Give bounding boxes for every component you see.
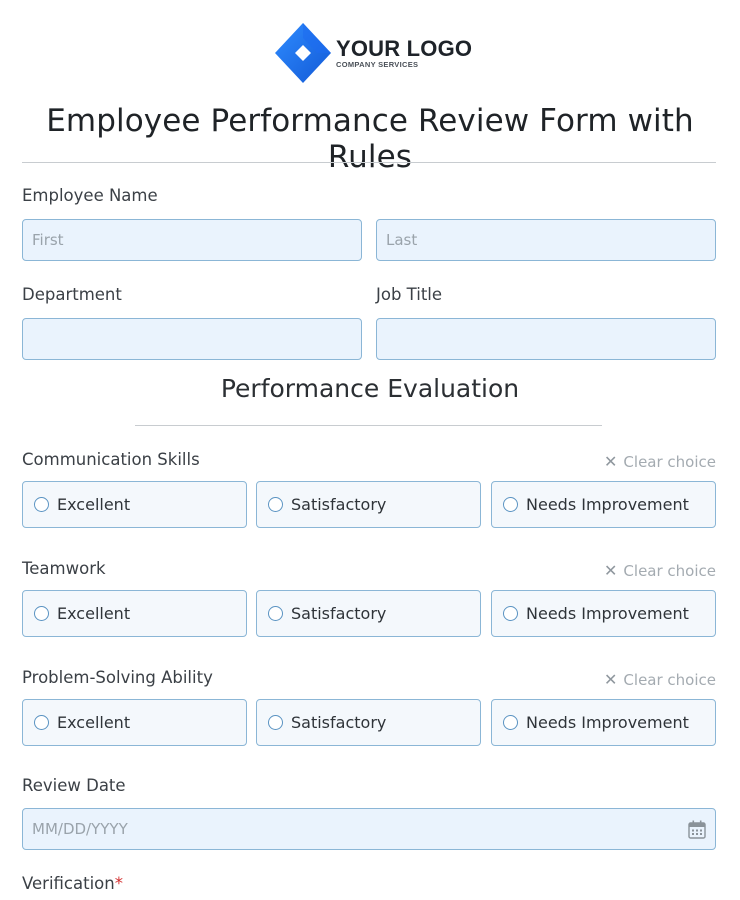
clear-choice-label: Clear choice bbox=[623, 452, 716, 471]
review-date-placeholder: MM/DD/YYYY bbox=[32, 820, 128, 838]
option-label: Satisfactory bbox=[291, 604, 387, 623]
section-title: Performance Evaluation bbox=[220, 374, 520, 403]
option-communication-excellent[interactable]: Excellent bbox=[22, 481, 247, 528]
radio-button[interactable] bbox=[34, 497, 49, 512]
radio-button[interactable] bbox=[503, 715, 518, 730]
logo-title: YOUR LOGO bbox=[336, 36, 473, 61]
option-label: Needs Improvement bbox=[526, 713, 689, 732]
option-teamwork-needs-improvement[interactable]: Needs Improvement bbox=[491, 590, 716, 637]
department-input[interactable] bbox=[22, 318, 362, 360]
radio-button[interactable] bbox=[34, 715, 49, 730]
option-label: Needs Improvement bbox=[526, 604, 689, 623]
radio-button[interactable] bbox=[503, 606, 518, 621]
option-teamwork-excellent[interactable]: Excellent bbox=[22, 590, 247, 637]
close-icon: ✕ bbox=[604, 452, 618, 471]
option-label: Satisfactory bbox=[291, 495, 387, 514]
close-icon: ✕ bbox=[604, 561, 618, 580]
section-divider bbox=[135, 425, 602, 426]
job-title-input[interactable] bbox=[376, 318, 716, 360]
radio-button[interactable] bbox=[268, 715, 283, 730]
radio-button[interactable] bbox=[503, 497, 518, 512]
logo-subtitle: COMPANY SERVICES bbox=[336, 60, 419, 69]
clear-choice-communication[interactable]: ✕ Clear choice bbox=[604, 452, 716, 471]
option-label: Satisfactory bbox=[291, 713, 387, 732]
logo-diamond-icon bbox=[275, 23, 331, 83]
clear-choice-label: Clear choice bbox=[623, 670, 716, 689]
form-title: Employee Performance Review Form with Ru… bbox=[46, 103, 694, 175]
clear-choice-problem-solving[interactable]: ✕ Clear choice bbox=[604, 670, 716, 689]
required-asterisk: * bbox=[114, 874, 123, 893]
option-communication-satisfactory[interactable]: Satisfactory bbox=[256, 481, 481, 528]
last-name-input[interactable]: Last bbox=[376, 219, 716, 261]
radio-button[interactable] bbox=[34, 606, 49, 621]
option-label: Excellent bbox=[57, 713, 131, 732]
first-name-input[interactable]: First bbox=[22, 219, 362, 261]
review-date-input[interactable]: MM/DD/YYYY bbox=[22, 808, 716, 850]
option-communication-needs-improvement[interactable]: Needs Improvement bbox=[491, 481, 716, 528]
job-title-label: Job Title bbox=[376, 285, 443, 304]
clear-choice-teamwork[interactable]: ✕ Clear choice bbox=[604, 561, 716, 580]
option-problem-solving-needs-improvement[interactable]: Needs Improvement bbox=[491, 699, 716, 746]
company-logo: YOUR LOGO COMPANY SERVICES bbox=[274, 22, 472, 84]
option-problem-solving-satisfactory[interactable]: Satisfactory bbox=[256, 699, 481, 746]
title-divider bbox=[22, 162, 716, 163]
question-label-communication: Communication Skills bbox=[22, 450, 200, 469]
option-label: Excellent bbox=[57, 604, 131, 623]
verification-label: Verification* bbox=[22, 874, 123, 893]
close-icon: ✕ bbox=[604, 670, 618, 689]
option-problem-solving-excellent[interactable]: Excellent bbox=[22, 699, 247, 746]
calendar-icon[interactable] bbox=[688, 820, 706, 839]
first-name-placeholder: First bbox=[32, 231, 64, 249]
option-label: Needs Improvement bbox=[526, 495, 689, 514]
question-label-problem-solving: Problem-Solving Ability bbox=[22, 668, 213, 687]
question-label-teamwork: Teamwork bbox=[22, 559, 106, 578]
last-name-placeholder: Last bbox=[386, 231, 418, 249]
department-label: Department bbox=[22, 285, 122, 304]
employee-name-label: Employee Name bbox=[22, 186, 158, 205]
radio-button[interactable] bbox=[268, 606, 283, 621]
clear-choice-label: Clear choice bbox=[623, 561, 716, 580]
option-teamwork-satisfactory[interactable]: Satisfactory bbox=[256, 590, 481, 637]
verification-label-text: Verification bbox=[22, 874, 115, 893]
radio-button[interactable] bbox=[268, 497, 283, 512]
option-label: Excellent bbox=[57, 495, 131, 514]
review-date-label: Review Date bbox=[22, 776, 126, 795]
